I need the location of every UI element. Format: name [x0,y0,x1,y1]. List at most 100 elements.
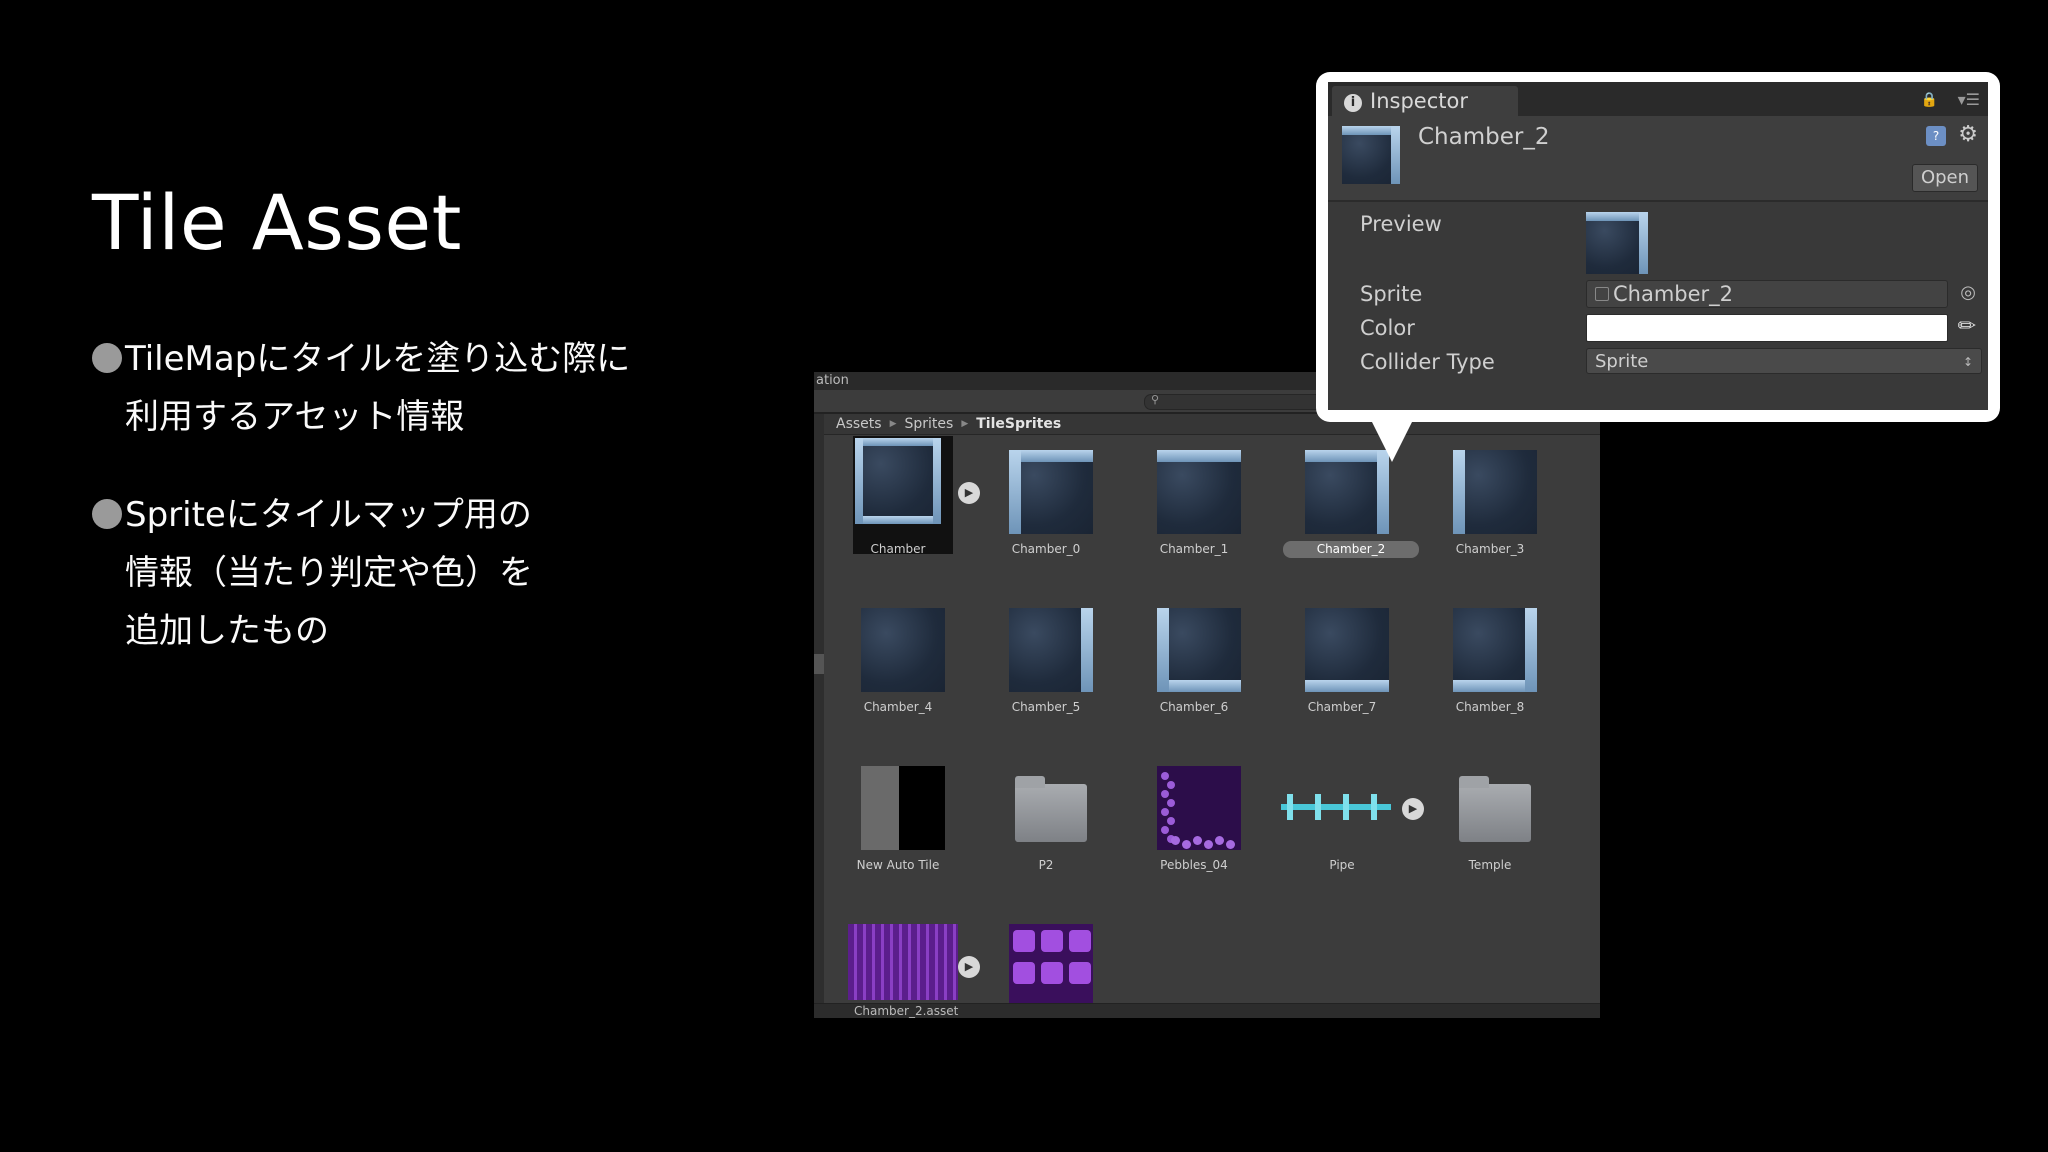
tile-edge [1453,450,1465,534]
asset-thumbnail [1453,608,1537,692]
breadcrumb-current[interactable]: TileSprites [976,416,1061,432]
tile-edge [1377,450,1389,534]
asset-item[interactable] [972,910,1120,1018]
asset-item[interactable]: Chamber_0 [972,436,1120,594]
asset-label: Chamber_6 [1159,700,1229,714]
asset-label: Pipe [1329,858,1355,872]
asset-thumbnail [1009,924,1093,1008]
breadcrumb-item[interactable]: Assets [836,416,882,432]
inspector-tab[interactable]: i Inspector [1332,86,1518,116]
asset-thumbnail [1009,766,1093,850]
asset-thumbnail [1453,450,1537,534]
object-picker-icon[interactable]: ◎ [1960,282,1976,303]
tile-edge [1009,450,1093,462]
asset-thumbnail [1009,450,1093,534]
asset-thumbnail [1281,766,1401,850]
asset-thumbnail [861,608,945,692]
bullet-1: TileMapにタイルを塗り込む際に 利用するアセット情報 [92,330,630,446]
bullet-1-line-1: TileMapにタイルを塗り込む際に [125,339,631,379]
bullet-2-line-2: 情報（当たり判定や色）を [125,553,533,593]
gear-icon[interactable]: ⚙ [1958,122,1978,147]
asset-label: Chamber [870,542,926,556]
asset-item[interactable]: Chamber_4 [824,594,972,752]
sprite-field[interactable]: Chamber_2 [1586,280,1948,308]
asset-thumbnail [1157,450,1241,534]
asset-item[interactable]: Pebbles_04 [1120,752,1268,910]
asset-label: Chamber_3 [1455,542,1525,556]
asset-item[interactable]: ▶ [824,910,980,1018]
asset-thumbnail [1305,450,1389,534]
tile-edge [1157,450,1241,462]
tile-edge [1525,608,1537,692]
inspector-tabbar: i Inspector 🔒 ▾☰ [1328,82,1988,116]
menu-icon[interactable]: ▾☰ [1958,90,1980,109]
tile-edge [1639,212,1648,274]
asset-item[interactable]: Chamber_3 [1416,436,1564,594]
lock-icon[interactable]: 🔒 [1921,92,1938,108]
asset-item[interactable]: ▶ Pipe [1268,752,1424,910]
tile-edge [855,516,941,524]
tile-edge [1157,680,1241,692]
eyedropper-icon[interactable]: ✏ [1958,314,1976,339]
asset-item[interactable]: Temple [1416,752,1564,910]
tile-edge [855,438,863,524]
collider-type-value: Sprite [1595,351,1649,372]
select-arrows-icon: ↕ [1962,355,1973,369]
bullet-2: Spriteにタイルマップ用の 情報（当たり判定や色）を 追加したもの [92,486,630,660]
asset-thumbnail [1157,608,1241,692]
status-bar: Chamber_2.asset [814,1003,1600,1018]
asset-item[interactable]: Chamber_5 [972,594,1120,752]
breadcrumb-arrow-icon: ▶ [961,419,969,429]
tile-edge [1157,608,1169,692]
info-icon: i [1344,94,1362,112]
breadcrumb-arrow-icon: ▶ [889,419,897,429]
asset-item[interactable]: P2 [972,752,1120,910]
asset-thumbnail [1009,608,1093,692]
asset-item[interactable]: Chamber_6 [1120,594,1268,752]
bullet-list: TileMapにタイルを塗り込む際に 利用するアセット情報 Spriteにタイル… [92,330,630,700]
folder-icon [1015,776,1087,842]
asset-thumbnail [1157,766,1241,850]
asset-label: Chamber_1 [1159,542,1229,556]
collider-type-select[interactable]: Sprite ↕ [1586,348,1982,374]
asset-label: Chamber_5 [1011,700,1081,714]
folder-icon [1459,776,1531,842]
bullet-2-line-3: 追加したもの [125,611,329,651]
asset-label: Chamber_4 [863,700,933,714]
left-panel-scrollbar[interactable] [814,414,824,1018]
asset-thumbnail [1342,126,1400,184]
help-icon[interactable]: ? [1926,126,1946,146]
bullet-1-line-2: 利用するアセット情報 [125,397,465,437]
asset-label: P2 [1038,858,1054,872]
preview-image [1586,212,1648,274]
tile-edge [1305,680,1389,692]
asset-item[interactable]: New Auto Tile [824,752,972,910]
breadcrumb-item[interactable]: Sprites [904,416,953,432]
tile-edge [1009,450,1021,534]
asset-item[interactable]: Chamber_8 [1416,594,1564,752]
open-button[interactable]: Open [1912,164,1978,192]
color-field[interactable] [1586,314,1948,342]
asset-item[interactable]: Chamber_7 [1268,594,1416,752]
asset-item[interactable]: ▶ Chamber [824,436,980,594]
asset-thumbnail [848,924,958,1000]
inspector-header: Chamber_2 ? ⚙ Open [1328,116,1988,202]
asset-name: Chamber_2 [1418,124,1550,150]
bullet-2-line-1: Spriteにタイルマップ用の [125,495,532,535]
asset-grid: ▶ Chamber Chamber_0 Chamber_1 Chamber_2 Chamb… [824,436,1600,1008]
tile-edge [855,438,941,446]
asset-thumbnail [1453,766,1537,850]
callout-pointer [1370,418,1414,462]
bullet-dot [92,343,122,373]
asset-label: Chamber_0 [1011,542,1081,556]
search-icon: ⚲ [1151,393,1160,406]
asset-label: Pebbles_04 [1160,858,1228,872]
asset-label: Chamber_2 [1283,541,1419,558]
asset-thumbnail [1305,608,1389,692]
sprite-label: Sprite [1360,282,1423,306]
bullet-dot [92,499,122,529]
slide-title: Tile Asset [92,178,462,267]
inspector-panel: i Inspector 🔒 ▾☰ Chamber_2 ? ⚙ Open Previ… [1328,82,1988,410]
asset-item[interactable]: Chamber_1 [1120,436,1268,594]
sprite-object-icon [1595,287,1609,301]
